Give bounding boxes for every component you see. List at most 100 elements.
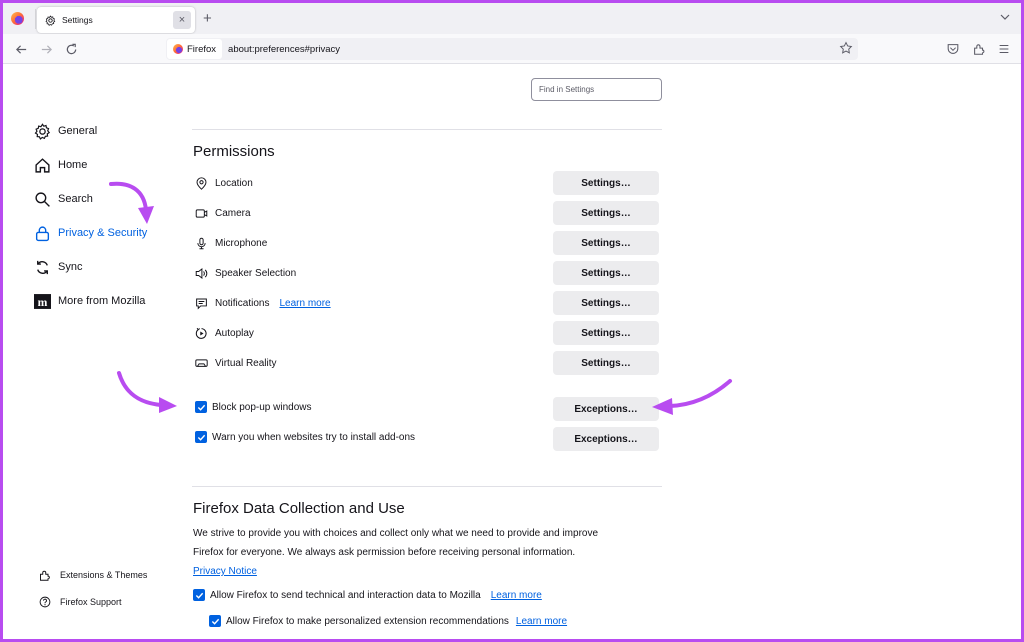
checkmark-icon xyxy=(197,434,205,441)
technical-data-checkbox-row: Allow Firefox to send technical and inte… xyxy=(193,589,542,601)
annotation-arrow-block-popups xyxy=(117,371,177,413)
speaker-icon xyxy=(195,267,208,279)
find-in-settings-input[interactable]: Find in Settings xyxy=(531,78,662,101)
warn-addons-label[interactable]: Warn you when websites try to install ad… xyxy=(212,432,415,443)
camera-settings-button[interactable]: Settings… xyxy=(553,201,659,225)
reload-icon xyxy=(66,43,76,54)
block-popups-checkbox[interactable] xyxy=(195,401,207,413)
gear-icon xyxy=(34,122,51,140)
tab-settings[interactable]: Settings × xyxy=(37,7,195,33)
checkmark-icon xyxy=(195,592,203,599)
preferences-page: Find in Settings General Home Search Pri… xyxy=(3,65,1021,639)
virtual-reality-settings-button[interactable]: Settings… xyxy=(553,351,659,375)
help-icon xyxy=(39,596,51,608)
divider xyxy=(192,486,662,487)
sidebar-item-sync[interactable]: Sync xyxy=(34,257,82,277)
sync-icon xyxy=(37,260,48,274)
firefox-support-label: Firefox Support xyxy=(60,597,122,607)
block-popups-label[interactable]: Block pop-up windows xyxy=(212,402,312,413)
back-button[interactable] xyxy=(13,41,29,57)
speaker-selection-settings-button[interactable]: Settings… xyxy=(553,261,659,285)
warn-addons-checkbox[interactable] xyxy=(195,431,207,443)
url-bar[interactable]: Firefox about:preferences#privacy xyxy=(166,38,858,60)
extension-recommendations-checkbox[interactable] xyxy=(209,615,221,627)
identity-box[interactable]: Firefox xyxy=(167,39,223,59)
menu-icon[interactable] xyxy=(997,42,1011,56)
pocket-icon[interactable] xyxy=(946,42,960,56)
notifications-learn-more-link[interactable]: Learn more xyxy=(279,298,330,309)
annotation-arrow-sidebar xyxy=(109,181,154,224)
tab-separator xyxy=(35,9,36,29)
sidebar-item-label: General xyxy=(58,125,98,137)
permission-label: Speaker Selection xyxy=(215,267,297,279)
forward-button[interactable] xyxy=(38,41,54,57)
location-icon xyxy=(196,176,207,190)
new-tab-button[interactable]: + xyxy=(203,10,212,27)
checkmark-icon xyxy=(197,404,205,411)
reload-button[interactable] xyxy=(63,41,79,57)
permission-row-autoplay: Autoplay xyxy=(195,323,254,343)
permission-label: Virtual Reality xyxy=(215,357,277,369)
data-collection-heading: Firefox Data Collection and Use xyxy=(193,500,405,517)
firefox-logo-icon[interactable] xyxy=(11,12,24,25)
permission-row-notifications: Notifications Learn more xyxy=(195,293,331,313)
sidebar-item-search[interactable]: Search xyxy=(34,189,93,209)
permission-row-microphone: Microphone xyxy=(195,233,267,253)
technical-data-label[interactable]: Allow Firefox to send technical and inte… xyxy=(210,590,481,601)
sidebar-item-home[interactable]: Home xyxy=(34,155,87,175)
vr-icon xyxy=(195,358,208,367)
privacy-notice-link[interactable]: Privacy Notice xyxy=(193,566,257,577)
description-line: Firefox for everyone. We always ask perm… xyxy=(193,547,576,558)
extensions-icon[interactable] xyxy=(972,42,986,56)
extensions-themes-link[interactable]: Extensions & Themes xyxy=(39,569,147,581)
autoplay-icon xyxy=(195,327,207,339)
data-collection-description: We strive to provide you with choices an… xyxy=(193,524,663,562)
addon-exceptions-button[interactable]: Exceptions… xyxy=(553,427,659,451)
tab-title: Settings xyxy=(62,15,93,25)
firefox-icon xyxy=(173,44,183,54)
popup-exceptions-button[interactable]: Exceptions… xyxy=(553,397,659,421)
mozilla-icon: m xyxy=(34,293,51,309)
gear-icon xyxy=(45,14,56,26)
sidebar-item-more-from-mozilla[interactable]: m More from Mozilla xyxy=(34,291,145,311)
description-line: We strive to provide you with choices an… xyxy=(193,528,599,539)
home-icon xyxy=(35,157,50,173)
puzzle-icon xyxy=(40,570,50,581)
microphone-settings-button[interactable]: Settings… xyxy=(553,231,659,255)
warn-addons-checkbox-row: Warn you when websites try to install ad… xyxy=(195,431,415,443)
sidebar-item-general[interactable]: General xyxy=(34,121,97,141)
extension-recommendations-checkbox-row: Allow Firefox to make personalized exten… xyxy=(209,615,567,627)
technical-data-learn-more-link[interactable]: Learn more xyxy=(491,590,542,601)
tab-strip: Settings × + xyxy=(3,3,1021,34)
annotation-arrow-exceptions xyxy=(652,379,732,415)
search-icon xyxy=(35,191,50,207)
permission-label: Camera xyxy=(215,207,251,219)
block-popups-checkbox-row: Block pop-up windows xyxy=(195,401,312,413)
url-text[interactable]: about:preferences#privacy xyxy=(228,44,340,55)
close-tab-button[interactable]: × xyxy=(173,11,191,29)
sidebar-item-label: More from Mozilla xyxy=(58,295,146,307)
permission-row-camera: Camera xyxy=(195,203,251,223)
technical-data-checkbox[interactable] xyxy=(193,589,205,601)
permission-label: Notifications xyxy=(215,297,270,309)
permission-label: Microphone xyxy=(215,237,268,249)
permission-row-virtual-reality: Virtual Reality xyxy=(195,353,277,373)
svg-text:m: m xyxy=(38,295,48,308)
sidebar-item-label: Privacy & Security xyxy=(58,227,148,239)
navigation-toolbar: Firefox about:preferences#privacy xyxy=(3,34,1021,64)
permission-row-location: Location xyxy=(195,173,253,193)
sidebar-item-label: Home xyxy=(58,159,88,171)
permission-label: Location xyxy=(215,177,253,189)
firefox-support-link[interactable]: Firefox Support xyxy=(39,596,122,608)
lock-icon xyxy=(35,226,50,241)
permission-row-speaker-selection: Speaker Selection xyxy=(195,263,296,283)
location-settings-button[interactable]: Settings… xyxy=(553,171,659,195)
autoplay-settings-button[interactable]: Settings… xyxy=(553,321,659,345)
divider xyxy=(192,129,662,130)
bookmark-star-icon[interactable] xyxy=(839,41,853,55)
notifications-settings-button[interactable]: Settings… xyxy=(553,291,659,315)
permissions-heading: Permissions xyxy=(193,143,275,160)
extension-recommendations-label[interactable]: Allow Firefox to make personalized exten… xyxy=(226,616,509,627)
extension-recommendations-learn-more-link[interactable]: Learn more xyxy=(516,616,567,627)
chevron-down-icon[interactable] xyxy=(999,11,1011,23)
